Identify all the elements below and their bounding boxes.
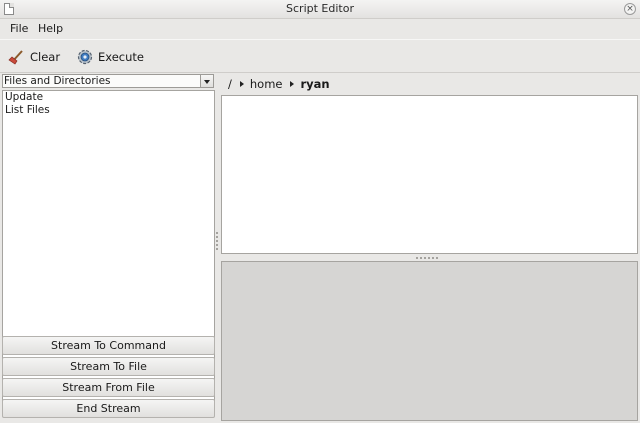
execute-label: Execute	[98, 50, 144, 64]
end-stream-button[interactable]: End Stream	[2, 399, 215, 418]
stream-to-file-button[interactable]: Stream To File	[2, 357, 215, 376]
chevron-down-icon[interactable]	[201, 74, 214, 88]
horizontal-splitter-handle[interactable]	[416, 257, 440, 260]
stream-from-file-button[interactable]: Stream From File	[2, 378, 215, 397]
execute-button[interactable]: Execute	[76, 47, 144, 67]
list-item[interactable]: Update	[3, 91, 214, 104]
breadcrumb-home[interactable]: home	[250, 77, 283, 91]
category-select[interactable]: Files and Directories	[2, 74, 214, 88]
toolbar: Clear Execute	[0, 39, 640, 73]
right-pane: / home ryan	[220, 74, 638, 422]
output-area	[221, 261, 638, 421]
breadcrumb: / home ryan	[220, 74, 638, 94]
close-icon[interactable]: ×	[624, 3, 636, 15]
left-pane: Files and Directories Update List Files …	[2, 74, 216, 420]
clear-button[interactable]: Clear	[8, 47, 60, 67]
vertical-splitter-handle[interactable]	[216, 232, 219, 254]
clear-label: Clear	[30, 50, 61, 64]
list-item[interactable]: List Files	[3, 104, 214, 117]
category-select-value: Files and Directories	[2, 74, 201, 88]
gear-icon	[76, 48, 94, 66]
script-editor-area[interactable]	[221, 95, 638, 254]
title-bar: Script Editor ×	[0, 0, 640, 19]
stream-to-command-button[interactable]: Stream To Command	[2, 336, 215, 355]
breadcrumb-arrow-icon	[290, 81, 295, 87]
broom-icon	[8, 48, 26, 66]
menu-help[interactable]: Help	[38, 22, 63, 35]
breadcrumb-root[interactable]: /	[228, 77, 232, 91]
menu-bar: File Help	[0, 19, 640, 39]
breadcrumb-ryan[interactable]: ryan	[300, 77, 329, 91]
breadcrumb-arrow-icon	[239, 81, 244, 87]
menu-file[interactable]: File	[10, 22, 28, 35]
window-title: Script Editor	[286, 2, 354, 15]
